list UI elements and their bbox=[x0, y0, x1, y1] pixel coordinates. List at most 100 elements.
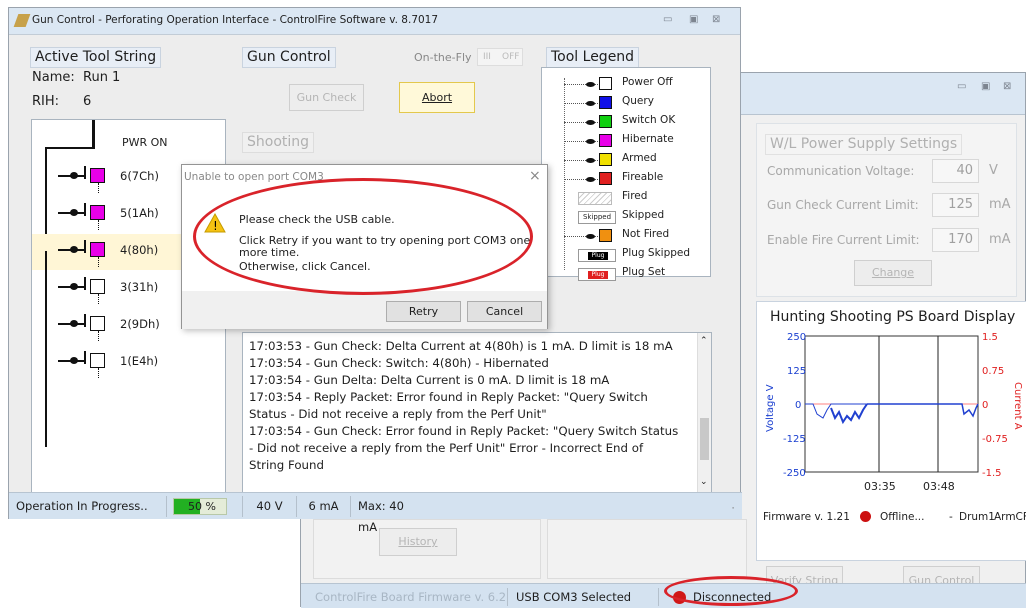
tool-legend-title: Tool Legend bbox=[546, 47, 640, 68]
gun-control-title: Gun Control bbox=[242, 47, 336, 68]
tool-string-row[interactable]: 1(E4h) bbox=[32, 345, 227, 398]
enable-fire-limit-label: Enable Fire Current Limit: bbox=[767, 233, 920, 247]
window-title: Gun Control - Perforating Operation Inte… bbox=[32, 14, 439, 26]
dash-label: - bbox=[949, 511, 953, 523]
comm-voltage-label: Communication Voltage: bbox=[767, 164, 915, 178]
y-tick-2: 0 bbox=[795, 400, 801, 411]
legend-item: Armed bbox=[542, 152, 712, 171]
current-status: 6 mA bbox=[297, 496, 351, 517]
comm-voltage-field[interactable]: 40 bbox=[932, 159, 979, 183]
on-the-fly-label: On-the-Fly bbox=[414, 51, 472, 64]
switch-label: 1(E4h) bbox=[120, 354, 159, 368]
power-supply-settings-panel: W/L Power Supply Settings Communication … bbox=[756, 123, 1017, 297]
scroll-down-icon[interactable]: ⌄ bbox=[700, 477, 708, 487]
cancel-button[interactable]: Cancel bbox=[467, 301, 542, 322]
y2-tick-2: 0 bbox=[982, 400, 988, 411]
legend-switch-icon bbox=[599, 153, 612, 166]
empty-group bbox=[547, 519, 747, 579]
legend-item: Query bbox=[542, 95, 712, 114]
legend-label: Plug Skipped bbox=[622, 247, 691, 259]
annotation-oval-status bbox=[664, 576, 798, 606]
legend-label: Power Off bbox=[622, 76, 673, 88]
y2-tick-4: -1.5 bbox=[982, 468, 1002, 479]
main-maximize-icon[interactable]: ▣ bbox=[689, 14, 698, 25]
legend-switch-icon bbox=[599, 229, 612, 242]
scroll-up-icon[interactable]: ⌃ bbox=[700, 336, 708, 346]
maximize-icon[interactable]: ▣ bbox=[981, 81, 990, 92]
gun-check-limit-label: Gun Check Current Limit: bbox=[767, 198, 919, 212]
shooting-title: Shooting bbox=[242, 132, 315, 153]
dialog-close-icon[interactable]: × bbox=[529, 168, 541, 184]
firmware-label: Firmware v. 1.21 bbox=[763, 511, 850, 523]
enable-fire-limit-field[interactable]: 170 bbox=[932, 228, 979, 252]
legend-item: Hibernate bbox=[542, 133, 712, 152]
switch-icon bbox=[90, 316, 105, 331]
legend-item: Not Fired bbox=[542, 228, 712, 247]
voltage-status: 40 V bbox=[242, 496, 297, 517]
max-current-status: Max: 40 mA bbox=[358, 499, 404, 534]
operation-status: Operation In Progress.. bbox=[9, 496, 167, 517]
legend-item: Fired bbox=[542, 190, 712, 209]
legend-item: Plug Plug Set bbox=[542, 266, 712, 285]
resize-grip-icon[interactable]: ⠠ bbox=[729, 502, 735, 511]
legend-item: Switch OK bbox=[542, 114, 712, 133]
log-line: 17:03:53 - Gun Check: Delta Current at 4… bbox=[249, 339, 673, 353]
on-the-fly-toggle[interactable]: III OFF bbox=[477, 48, 523, 66]
legend-item: Skipped Skipped bbox=[542, 209, 712, 228]
log-line: 17:03:54 - Gun Check: Switch: 4(80h) - H… bbox=[249, 356, 549, 370]
close-icon[interactable]: ⊠ bbox=[1003, 81, 1011, 92]
offline-label: Offline... bbox=[880, 511, 925, 523]
retry-button[interactable]: Retry bbox=[386, 301, 461, 322]
main-close-icon[interactable]: ⊠ bbox=[712, 14, 720, 25]
event-log: 17:03:53 - Gun Check: Delta Current at 4… bbox=[242, 332, 712, 493]
log-line: 17:03:54 - Reply Packet: Error found in … bbox=[249, 390, 648, 421]
log-scrollbar[interactable]: ⌃ ⌄ bbox=[697, 333, 711, 492]
comm-voltage-unit: V bbox=[989, 163, 998, 178]
history-button[interactable]: History bbox=[379, 528, 457, 556]
switch-label: 2(9Dh) bbox=[120, 317, 160, 331]
y-tick-0: 250 bbox=[787, 332, 806, 343]
run-name: Run 1 bbox=[83, 70, 121, 85]
y-tick-4: -250 bbox=[783, 468, 806, 479]
gun-check-limit-field[interactable]: 125 bbox=[932, 193, 979, 217]
legend-label: Query bbox=[622, 95, 654, 107]
firmware-status-icon bbox=[860, 511, 871, 522]
tool-legend: Power Off Query Switch OK Hibernate Armed Fir… bbox=[541, 67, 712, 281]
y2-axis-label: Current A bbox=[1012, 382, 1023, 430]
gun-check-button[interactable]: Gun Check bbox=[289, 84, 364, 111]
switch-label: 5(1Ah) bbox=[120, 206, 159, 220]
switch-icon bbox=[90, 168, 105, 183]
name-label: Name: bbox=[32, 70, 75, 85]
switch-icon bbox=[90, 242, 105, 257]
drum-label: Drum1 bbox=[959, 511, 995, 523]
legend-switch-icon bbox=[599, 77, 612, 90]
progress-text: 50 % bbox=[188, 500, 216, 513]
back-status-bar: ControlFire Board Firmware v. 6.2 USB CO… bbox=[301, 583, 1026, 608]
ps-settings-title: W/L Power Supply Settings bbox=[765, 134, 963, 155]
switch-label: 3(31h) bbox=[120, 280, 159, 294]
main-minimize-icon[interactable]: ▭ bbox=[663, 14, 672, 25]
gun-check-limit-unit: mA bbox=[989, 197, 1011, 212]
scroll-thumb[interactable] bbox=[700, 418, 709, 460]
legend-label: Switch OK bbox=[622, 114, 676, 126]
log-line: 17:03:54 - Gun Delta: Delta Current is 0… bbox=[249, 373, 610, 387]
log-line: 17:03:54 - Gun Check: Error found in Rep… bbox=[249, 424, 679, 472]
switch-label: 6(7Ch) bbox=[120, 169, 159, 183]
legend-plug-icon: Plug bbox=[578, 268, 616, 281]
switch-icon bbox=[90, 279, 105, 294]
legend-item: Plug Plug Skipped bbox=[542, 247, 712, 266]
main-status-bar: Operation In Progress.. 50 % 40 V 6 mA M… bbox=[9, 492, 742, 534]
change-button[interactable]: Change bbox=[854, 260, 932, 286]
legend-item: Fireable bbox=[542, 171, 712, 190]
legend-switch-icon bbox=[599, 172, 612, 185]
legend-label: Armed bbox=[622, 152, 657, 164]
legend-label: Hibernate bbox=[622, 133, 674, 145]
y-axis-label: Voltage V bbox=[765, 384, 776, 432]
app-logo-icon bbox=[13, 14, 31, 27]
power-line bbox=[92, 120, 95, 147]
rih-label: RIH: bbox=[32, 94, 60, 109]
main-titlebar: Gun Control - Perforating Operation Inte… bbox=[9, 8, 740, 35]
minimize-icon[interactable]: ▭ bbox=[957, 81, 966, 92]
abort-button[interactable]: Abort bbox=[399, 82, 475, 113]
legend-label: Fired bbox=[622, 190, 648, 202]
